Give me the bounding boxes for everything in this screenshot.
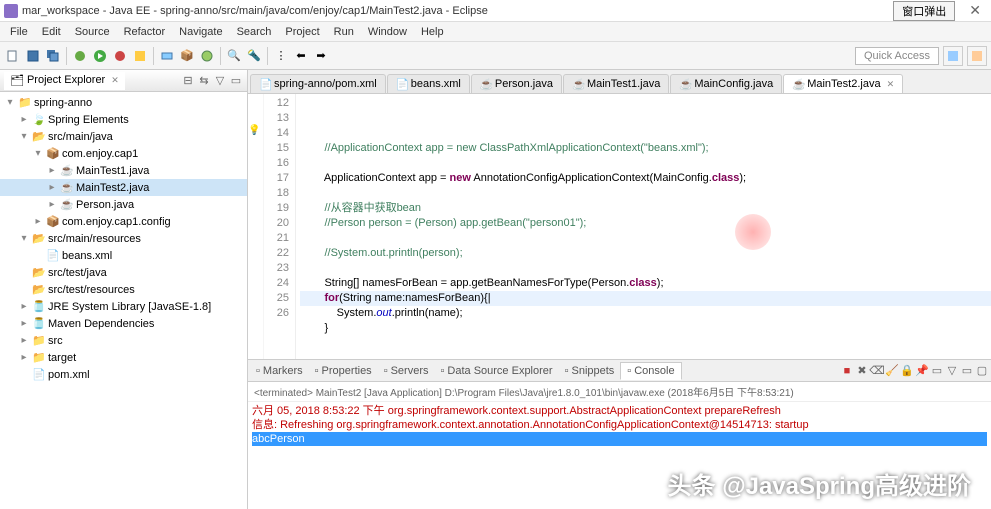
perspective-javaee-icon[interactable] [943, 46, 963, 66]
console-tab-snippets[interactable]: ▫Snippets [559, 363, 621, 379]
tree-item[interactable]: ▸☕MainTest1.java [0, 162, 247, 179]
toggle-breadcrumb-icon[interactable]: ⋮ [272, 47, 290, 65]
tree-item[interactable]: ▸📁target [0, 349, 247, 366]
new-class-icon[interactable] [198, 47, 216, 65]
search-icon[interactable]: 🔦 [245, 47, 263, 65]
tree-item[interactable]: ▾📦com.enjoy.cap1 [0, 145, 247, 162]
project-tree[interactable]: ▾📁spring-anno▸🍃Spring Elements▾📂src/main… [0, 92, 247, 509]
console-tab-console[interactable]: ▫Console [620, 362, 681, 380]
tree-item[interactable]: 📂src/test/java [0, 264, 247, 281]
tree-item[interactable]: ▸☕Person.java [0, 196, 247, 213]
menu-run[interactable]: Run [328, 24, 360, 40]
back-icon[interactable]: ⬅ [292, 47, 310, 65]
open-console-icon[interactable]: ▽ [945, 364, 959, 378]
tree-item[interactable]: 📄pom.xml [0, 366, 247, 383]
forward-icon[interactable]: ➡ [312, 47, 330, 65]
tree-item[interactable]: ▸☕MainTest2.java [0, 179, 247, 196]
tree-item[interactable]: ▾📁spring-anno [0, 94, 247, 111]
new-icon[interactable] [4, 47, 22, 65]
run-icon[interactable] [91, 47, 109, 65]
popup-button[interactable]: 窗口弹出 [893, 1, 955, 21]
console-tab-data-source-explorer[interactable]: ▫Data Source Explorer [435, 363, 559, 379]
menu-window[interactable]: Window [362, 24, 413, 40]
editor-tab[interactable]: ☕MainConfig.java [670, 74, 782, 93]
menu-file[interactable]: File [4, 24, 34, 40]
new-package-icon[interactable]: 📦 [178, 47, 196, 65]
project-explorer-panel: 🗂 Project Explorer ✕ ⊟ ⇆ ▽ ▭ ▾📁spring-an… [0, 70, 248, 509]
minimize-icon[interactable]: ▭ [229, 74, 243, 88]
menu-help[interactable]: Help [415, 24, 450, 40]
menubar: FileEditSourceRefactorNavigateSearchProj… [0, 22, 991, 42]
eclipse-icon [4, 4, 18, 18]
console-header: <terminated> MainTest2 [Java Application… [248, 382, 991, 402]
editor-body: 💡 121314151617181920212223242526 //Appli… [248, 94, 991, 359]
project-explorer-title: Project Explorer [27, 74, 105, 86]
menu-navigate[interactable]: Navigate [173, 24, 228, 40]
project-explorer-icon: 🗂 [10, 74, 24, 87]
editor-tab[interactable]: 📄spring-anno/pom.xml [250, 74, 386, 93]
console-tabs: ▫Markers▫Properties▫Servers▫Data Source … [248, 360, 991, 382]
console-output[interactable]: 六月 05, 2018 8:53:22 下午 org.springframewo… [248, 402, 991, 509]
tree-item[interactable]: 📂src/test/resources [0, 281, 247, 298]
debug-icon[interactable] [71, 47, 89, 65]
console-tab-servers[interactable]: ▫Servers [378, 363, 435, 379]
tree-item[interactable]: ▸🫙Maven Dependencies [0, 315, 247, 332]
menu-project[interactable]: Project [279, 24, 325, 40]
marker-column: 💡 [248, 94, 264, 359]
remove-all-icon[interactable]: ⌫ [870, 364, 884, 378]
remove-launch-icon[interactable]: ✖ [855, 364, 869, 378]
minimize-icon[interactable]: ▭ [960, 364, 974, 378]
console-tab-properties[interactable]: ▫Properties [309, 363, 378, 379]
menu-source[interactable]: Source [69, 24, 116, 40]
menu-search[interactable]: Search [231, 24, 278, 40]
tree-item[interactable]: ▾📂src/main/java [0, 128, 247, 145]
pin-console-icon[interactable]: 📌 [915, 364, 929, 378]
run-last-icon[interactable] [111, 47, 129, 65]
console-tab-markers[interactable]: ▫Markers [250, 363, 309, 379]
quick-access[interactable]: Quick Access [855, 47, 939, 65]
close-icon[interactable]: ✕ [963, 2, 987, 19]
tree-item[interactable]: ▸🍃Spring Elements [0, 111, 247, 128]
scroll-lock-icon[interactable]: 🔒 [900, 364, 914, 378]
console-panel: ▫Markers▫Properties▫Servers▫Data Source … [248, 359, 991, 509]
menu-refactor[interactable]: Refactor [118, 24, 172, 40]
new-server-icon[interactable] [158, 47, 176, 65]
view-menu-icon[interactable]: ▽ [213, 74, 227, 88]
titlebar: mar_workspace - Java EE - spring-anno/sr… [0, 0, 991, 22]
collapse-all-icon[interactable]: ⊟ [181, 74, 195, 88]
maximize-icon[interactable]: ▢ [975, 364, 989, 378]
tree-item[interactable]: ▸📦com.enjoy.cap1.config [0, 213, 247, 230]
save-all-icon[interactable] [44, 47, 62, 65]
close-icon[interactable]: ✕ [111, 75, 119, 86]
open-type-icon[interactable]: 🔍 [225, 47, 243, 65]
editor-tabs: 📄spring-anno/pom.xml📄beans.xml☕Person.ja… [248, 70, 991, 94]
tree-item[interactable]: ▸📁src [0, 332, 247, 349]
menu-edit[interactable]: Edit [36, 24, 67, 40]
editor-tab[interactable]: 📄beans.xml [387, 74, 470, 93]
code-editor[interactable]: //ApplicationContext app = new ClassPath… [296, 94, 991, 359]
perspective-java-icon[interactable] [967, 46, 987, 66]
tree-item[interactable]: ▸🫙JRE System Library [JavaSE-1.8] [0, 298, 247, 315]
window-title: mar_workspace - Java EE - spring-anno/sr… [22, 5, 893, 17]
editor-tab[interactable]: ☕Person.java [471, 74, 562, 93]
tree-item[interactable]: ▾📂src/main/resources [0, 230, 247, 247]
coverage-icon[interactable] [131, 47, 149, 65]
editor-tab[interactable]: ☕MainTest2.java✕ [783, 74, 903, 93]
tree-item[interactable]: 📄beans.xml [0, 247, 247, 264]
terminate-icon[interactable]: ■ [840, 364, 854, 378]
save-icon[interactable] [24, 47, 42, 65]
display-console-icon[interactable]: ▭ [930, 364, 944, 378]
line-gutter: 121314151617181920212223242526 [264, 94, 296, 359]
link-editor-icon[interactable]: ⇆ [197, 74, 211, 88]
editor-area: 📄spring-anno/pom.xml📄beans.xml☕Person.ja… [248, 70, 991, 509]
editor-tab[interactable]: ☕MainTest1.java [563, 74, 669, 93]
project-explorer-tab: 🗂 Project Explorer ✕ ⊟ ⇆ ▽ ▭ [0, 70, 247, 92]
clear-console-icon[interactable]: 🧹 [885, 364, 899, 378]
main-toolbar: 📦 🔍 🔦 ⋮ ⬅ ➡ Quick Access [0, 42, 991, 70]
